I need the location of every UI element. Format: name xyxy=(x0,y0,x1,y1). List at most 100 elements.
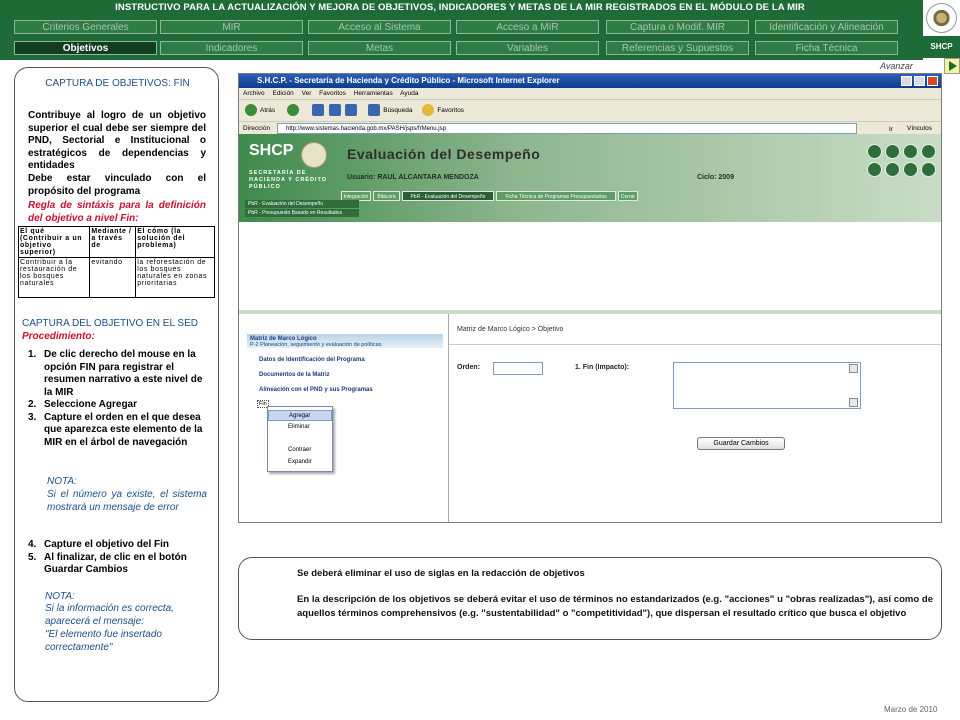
tree-item-datos[interactable]: Datos de Identificación del Programa xyxy=(259,357,365,363)
next-arrow-icon[interactable] xyxy=(944,58,960,74)
user-icon[interactable] xyxy=(885,144,900,159)
tree-item-documentos[interactable]: Documentos de la Matriz xyxy=(259,372,330,378)
context-item-eliminar[interactable]: Eliminar xyxy=(268,422,332,433)
app-logo: SHCP xyxy=(249,142,294,159)
vinculado-text: Debe estar vinculado con el propósito de… xyxy=(28,173,206,197)
context-menu: Agregar Eliminar Contraer Expandir xyxy=(267,406,333,472)
app-header: SHCP SECRETARÍA DE HACIENDA Y CRÉDITO PÚ… xyxy=(239,134,941,222)
nota2-title: NOTA: xyxy=(45,591,75,602)
sed-title: CAPTURA DEL OBJETIVO EN EL SED xyxy=(22,318,198,329)
browser-titlebar: S.H.C.P. - Secretaría de Hacienda y Créd… xyxy=(239,74,941,88)
back-button[interactable]: Atrás xyxy=(260,107,275,114)
address-label: Dirección xyxy=(243,125,271,132)
list-item: 1. De clic derecho del mouse en la opción… xyxy=(28,349,203,398)
tab-ficha-tecnica[interactable]: Ficha Técnica de Programas Presupuestari… xyxy=(496,191,616,201)
avanzar-label[interactable]: Avanzar xyxy=(880,61,913,71)
nota2-text: Si la información es correcta, aparecerá… xyxy=(45,603,174,627)
nav-captura-modif-mir[interactable]: Captura o Modif. MIR xyxy=(606,20,749,34)
nav-acceso-mir[interactable]: Acceso a MIR xyxy=(456,20,599,34)
breadcrumb: Matriz de Marco Lógico > Objetivo xyxy=(457,326,564,333)
nav-metas[interactable]: Metas xyxy=(308,41,451,55)
table-header: El cómo (la solución del problema) xyxy=(135,226,215,258)
back-icon[interactable] xyxy=(245,104,257,117)
table-header: El qué (Contribuir a un objetivo superio… xyxy=(17,226,91,258)
nav-variables[interactable]: Variables xyxy=(456,41,599,55)
syntax-rule: Regla de sintáxis para la definición del… xyxy=(28,200,206,224)
tree-subtitle: P-2 Planeación, seguimiento y evaluación… xyxy=(250,342,382,348)
fin-label: 1. Fin (Impacto): xyxy=(575,364,630,371)
list-item: 5. Al finalizar, de clic en el botón Guar… xyxy=(28,551,187,576)
top-header: INSTRUCTIVO PARA LA ACTUALIZACIÓN Y MEJO… xyxy=(0,0,960,60)
procedimiento-label: Procedimiento: xyxy=(22,331,95,342)
scroll-down-icon[interactable] xyxy=(849,398,858,407)
browser-title: S.H.C.P. - Secretaría de Hacienda y Créd… xyxy=(257,76,560,85)
shcp-logo-text: SHCP xyxy=(923,36,960,58)
address-bar: Dirección http://www.sistemas.hacienda.g… xyxy=(239,121,941,134)
record-icon[interactable] xyxy=(867,162,882,177)
refresh-icon[interactable] xyxy=(921,162,936,177)
close-icon[interactable] xyxy=(927,76,938,86)
nav-ficha-tecnica[interactable]: Ficha Técnica xyxy=(755,41,898,55)
nav-acceso-sistema[interactable]: Acceso al Sistema xyxy=(308,20,451,34)
nav-indicadores[interactable]: Indicadores xyxy=(160,41,303,55)
back-icon[interactable] xyxy=(903,162,918,177)
breadcrumb-divider xyxy=(449,344,941,345)
table-cell: evitando xyxy=(89,257,137,298)
tab-bitacora[interactable]: Bitácora xyxy=(373,191,400,201)
coat-of-arms-icon xyxy=(926,3,957,33)
favorites-button[interactable]: Favoritos xyxy=(437,107,464,114)
browser-window: S.H.C.P. - Secretaría de Hacienda y Créd… xyxy=(238,73,942,523)
favorites-icon[interactable] xyxy=(422,104,435,117)
search-button[interactable]: Búsqueda xyxy=(383,107,412,114)
footer-date: Marzo de 2010 xyxy=(884,705,938,714)
address-input[interactable]: http://www.sistemas.hacienda.gob.mx/PASH… xyxy=(277,123,857,134)
context-item-contraer[interactable]: Contraer xyxy=(268,445,332,456)
maximize-icon[interactable] xyxy=(914,76,925,86)
nav-criterios-generales[interactable]: Criterios Generales xyxy=(14,20,157,34)
save-button[interactable]: Guardar Cambios xyxy=(697,437,785,450)
home-icon[interactable] xyxy=(903,144,918,159)
pbr-presupuesto-link[interactable]: PbR - Presupuesto Basado en Resultados xyxy=(245,209,359,217)
steps-list-a: 1. De clic derecho del mouse en la opción… xyxy=(28,349,214,449)
next-icon[interactable] xyxy=(885,162,900,177)
ciclo-label: Ciclo: 2009 xyxy=(697,174,734,181)
nav-objetivos[interactable]: Objetivos xyxy=(14,41,157,55)
user-label: Usuario: RAUL ALCANTARA MENDOZA xyxy=(347,174,479,181)
tree-item-alineacion[interactable]: Alineación con el PND y sus Programas xyxy=(259,387,373,393)
app-logo-subtitle: SECRETARÍA DE HACIENDA Y CRÉDITO PÚBLICO xyxy=(249,170,328,190)
search-icon[interactable] xyxy=(368,104,381,117)
tab-cerrar[interactable]: Cerrar xyxy=(618,191,638,201)
note-box: Se deberá eliminar el uso de siglas en l… xyxy=(238,557,942,640)
list-item: 2. Seleccione Agregar xyxy=(28,399,138,410)
nav-mir[interactable]: MIR xyxy=(160,20,303,34)
orden-input[interactable] xyxy=(493,362,543,375)
context-item-agregar[interactable]: Agregar xyxy=(268,410,332,421)
capture-title: CAPTURA DE OBJETIVOS: FIN xyxy=(45,78,190,89)
header-title: INSTRUCTIVO PARA LA ACTUALIZACIÓN Y MEJO… xyxy=(115,2,805,13)
home-icon[interactable] xyxy=(345,104,358,117)
minimize-icon[interactable] xyxy=(901,76,912,86)
pbr-evaluacion-link[interactable]: PbR - Evaluación del Desempeño xyxy=(245,200,359,208)
phone-icon[interactable] xyxy=(867,144,882,159)
context-item-expandir[interactable]: Expandir xyxy=(268,457,332,468)
refresh-icon[interactable] xyxy=(328,104,341,117)
fin-textarea[interactable] xyxy=(673,362,861,409)
navigation-tree: Matriz de Marco Lógico P-2 Planeación, s… xyxy=(239,314,449,522)
nav-identificacion-alineacion[interactable]: Identificación y Alineación xyxy=(755,20,898,34)
nav-referencias-supuestos[interactable]: Referencias y Supuestos xyxy=(606,41,749,55)
stop-icon[interactable] xyxy=(311,104,324,117)
note-line-2: En la descripción de los objetivos se de… xyxy=(297,594,933,619)
forward-icon[interactable] xyxy=(286,104,299,117)
table-cell: Contribuir a la restauración de los bosq… xyxy=(17,257,91,298)
table-header: Mediante / a través de xyxy=(89,226,137,258)
shcp-logo: SHCP xyxy=(923,0,960,60)
app-heading: Evaluación del Desempeño xyxy=(347,146,541,162)
browser-menu[interactable]: Archivo Edición Ver Favoritos Herramient… xyxy=(239,88,941,99)
syntax-table: El qué (Contribuir a un objetivo superio… xyxy=(17,226,215,298)
nota2-message: "El elemento fue insertado correctamente… xyxy=(45,629,162,653)
close-icon[interactable] xyxy=(921,144,936,159)
slide: INSTRUCTIVO PARA LA ACTUALIZACIÓN Y MEJO… xyxy=(0,0,960,720)
tab-pbr-evaluacion[interactable]: PbR - Evaluación del Desempeño xyxy=(402,191,494,201)
list-item: 3. Capture el orden en el que desea que a… xyxy=(28,411,203,448)
scroll-up-icon[interactable] xyxy=(849,364,858,373)
